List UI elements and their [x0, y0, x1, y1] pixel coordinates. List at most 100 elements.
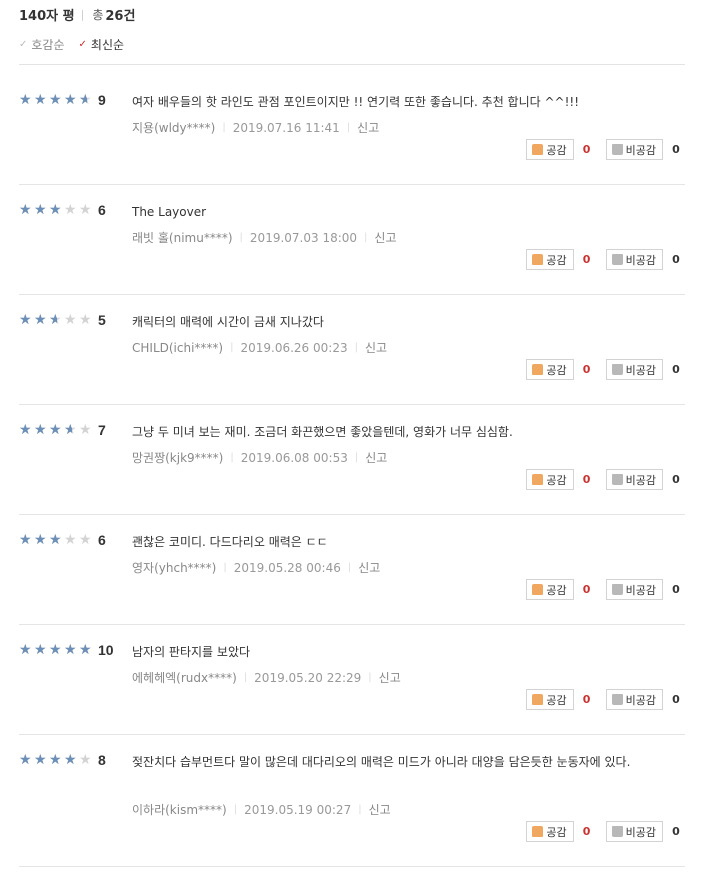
dislike-button[interactable]: 비공감: [605, 359, 663, 380]
review-date: 2019.06.08 00:53: [240, 450, 348, 465]
review-meta: 영자(yhch****) | 2019.05.28 00:46 | 신고: [132, 559, 380, 576]
thumbs-down-icon: [611, 254, 623, 265]
sort-by-latest[interactable]: ✓ 최신순: [79, 36, 125, 53]
thumbs-up-icon: [532, 254, 544, 265]
like-button[interactable]: 공감: [526, 689, 574, 710]
star-icon: ★★: [49, 203, 62, 217]
star-rating: ★★★★★★★★★★: [19, 203, 94, 217]
dislike-label: 비공감: [625, 143, 656, 157]
sort-by-likes[interactable]: ✓ 호감순: [19, 36, 65, 53]
dislike-button[interactable]: 비공감: [605, 579, 663, 600]
review-item: ★★★★★★★★★★ 5 캐릭터의 매력에 시간이 금새 지나갔다 CHILD(…: [19, 295, 685, 405]
title-divider: |: [80, 7, 85, 21]
star-icon: ★★: [19, 313, 32, 327]
star-icon: ★★: [79, 203, 92, 217]
review-text: 그냥 두 미녀 보는 재미. 조금더 화끈했으면 좋았을텐데, 영화가 너무 심…: [132, 425, 513, 439]
review-text: 남자의 판타지를 보았다: [132, 645, 251, 659]
rating: ★ ★ ★ ★ ★ ★ ★ ★ ★ ★ 10: [19, 642, 114, 658]
review-date: 2019.06.26 00:23: [240, 340, 348, 355]
sort-bar: ✓ 호감순 ✓ 최신순: [19, 36, 685, 65]
rating: ★ ★ ★ ★ ★ ★ ★ ★ ★ ★ 9: [19, 92, 106, 108]
review-meta: CHILD(ichi****) | 2019.06.26 00:23 | 신고: [132, 339, 387, 356]
star-icon: ★★: [49, 93, 62, 107]
star-rating: ★★★★★★★★★★: [19, 643, 94, 657]
report-link[interactable]: 신고: [374, 229, 396, 246]
review-text: The Layover: [132, 205, 207, 219]
review-author: 에헤헤엑(rudx****): [132, 671, 237, 685]
like-button[interactable]: 공감: [526, 579, 574, 600]
review-date: 2019.07.03 18:00: [249, 230, 358, 245]
thumbs-down-icon: [611, 826, 623, 837]
star-icon: ★★: [49, 753, 62, 767]
dislike-button[interactable]: 비공감: [605, 469, 663, 490]
star-icon: ★★: [49, 423, 62, 437]
like-label: 공감: [546, 253, 567, 267]
review-text: 여자 배우들의 핫 라인도 관점 포인트이지만 !! 연기력 또한 좋습니다. …: [132, 95, 580, 109]
star-icon: ★★: [79, 643, 92, 657]
rating-score: 6: [98, 532, 106, 548]
rating: ★★★★★★★★★★ 6: [19, 202, 106, 218]
meta-divider: |: [354, 342, 358, 353]
star-icon: ★★: [34, 753, 47, 767]
star-rating: ★★★★★★★★★★: [19, 313, 94, 327]
star-icon: ★★: [34, 203, 47, 217]
review-author: 이하라(kism****): [132, 803, 227, 817]
report-link[interactable]: 신고: [358, 559, 380, 576]
report-link[interactable]: 신고: [365, 449, 387, 466]
star-icon: ★★: [19, 753, 32, 767]
review-date: 2019.05.28 00:46: [233, 560, 341, 575]
star-icon: ★★: [64, 423, 77, 437]
dislike-label: 비공감: [625, 693, 656, 707]
star-icon: ★★: [19, 203, 32, 217]
like-button[interactable]: 공감: [526, 249, 574, 270]
like-count: 0: [582, 693, 591, 706]
dislike-label: 비공감: [625, 825, 656, 839]
report-link[interactable]: 신고: [365, 339, 387, 356]
rating-score: 7: [98, 422, 106, 438]
review-author: 래빗 홀(nimu****): [132, 231, 233, 245]
like-button[interactable]: 공감: [526, 821, 574, 842]
star-icon: ★★: [64, 313, 77, 327]
dislike-button[interactable]: 비공감: [605, 249, 663, 270]
review-meta: 래빗 홀(nimu****) | 2019.07.03 18:00 | 신고: [132, 229, 397, 246]
report-link[interactable]: 신고: [379, 669, 401, 686]
report-link[interactable]: 신고: [369, 801, 391, 818]
check-icon: ✓: [78, 39, 87, 50]
like-count: 0: [582, 253, 591, 266]
review-meta: 에헤헤엑(rudx****) | 2019.05.20 22:29 | 신고: [132, 669, 401, 686]
dislike-label: 비공감: [625, 363, 656, 377]
star-icon: ★★: [79, 533, 92, 547]
rating-score: 9: [98, 92, 106, 108]
like-button[interactable]: 공감: [526, 359, 574, 380]
rating: ★★★★★★★★★★ 6: [19, 532, 106, 548]
vote-buttons: 공감 0 비공감 0: [526, 689, 685, 710]
like-count: 0: [582, 143, 591, 156]
rating-score: 10: [98, 642, 114, 658]
like-count: 0: [582, 825, 591, 838]
dislike-button[interactable]: 비공감: [605, 139, 663, 160]
review-header: 140자 평 | 총 26건: [19, 0, 685, 28]
vote-buttons: 공감 0 비공감 0: [526, 821, 685, 842]
star-icon: ★★: [49, 643, 62, 657]
like-button[interactable]: 공감: [526, 469, 574, 490]
thumbs-up-icon: [532, 144, 544, 155]
star-icon: ★★: [19, 643, 32, 657]
report-link[interactable]: 신고: [357, 119, 379, 136]
dislike-button[interactable]: 비공감: [605, 821, 663, 842]
rating: ★★★★★★★★★★ 5: [19, 312, 106, 328]
meta-divider: |: [364, 232, 368, 243]
dislike-button[interactable]: 비공감: [605, 689, 663, 710]
like-button[interactable]: 공감: [526, 139, 574, 160]
review-list: ★ ★ ★ ★ ★ ★ ★ ★ ★ ★ 9 여자 배우들의 핫 라인도 관점 포인트이지만 !! …: [19, 75, 685, 867]
dislike-count: 0: [672, 693, 680, 706]
star-icon: ★★: [34, 643, 47, 657]
thumbs-down-icon: [611, 584, 623, 595]
dislike-label: 비공감: [625, 583, 656, 597]
star-rating: ★★★★★★★★★★: [19, 93, 94, 107]
meta-divider: |: [358, 804, 362, 815]
dislike-count: 0: [672, 825, 680, 838]
review-item: ★★★★★★★★★★ 7 그냥 두 미녀 보는 재미. 조금더 화끈했으면 좋았…: [19, 405, 685, 515]
thumbs-down-icon: [611, 474, 623, 485]
star-icon: ★★: [64, 533, 77, 547]
star-rating: ★★★★★★★★★★: [19, 423, 94, 437]
